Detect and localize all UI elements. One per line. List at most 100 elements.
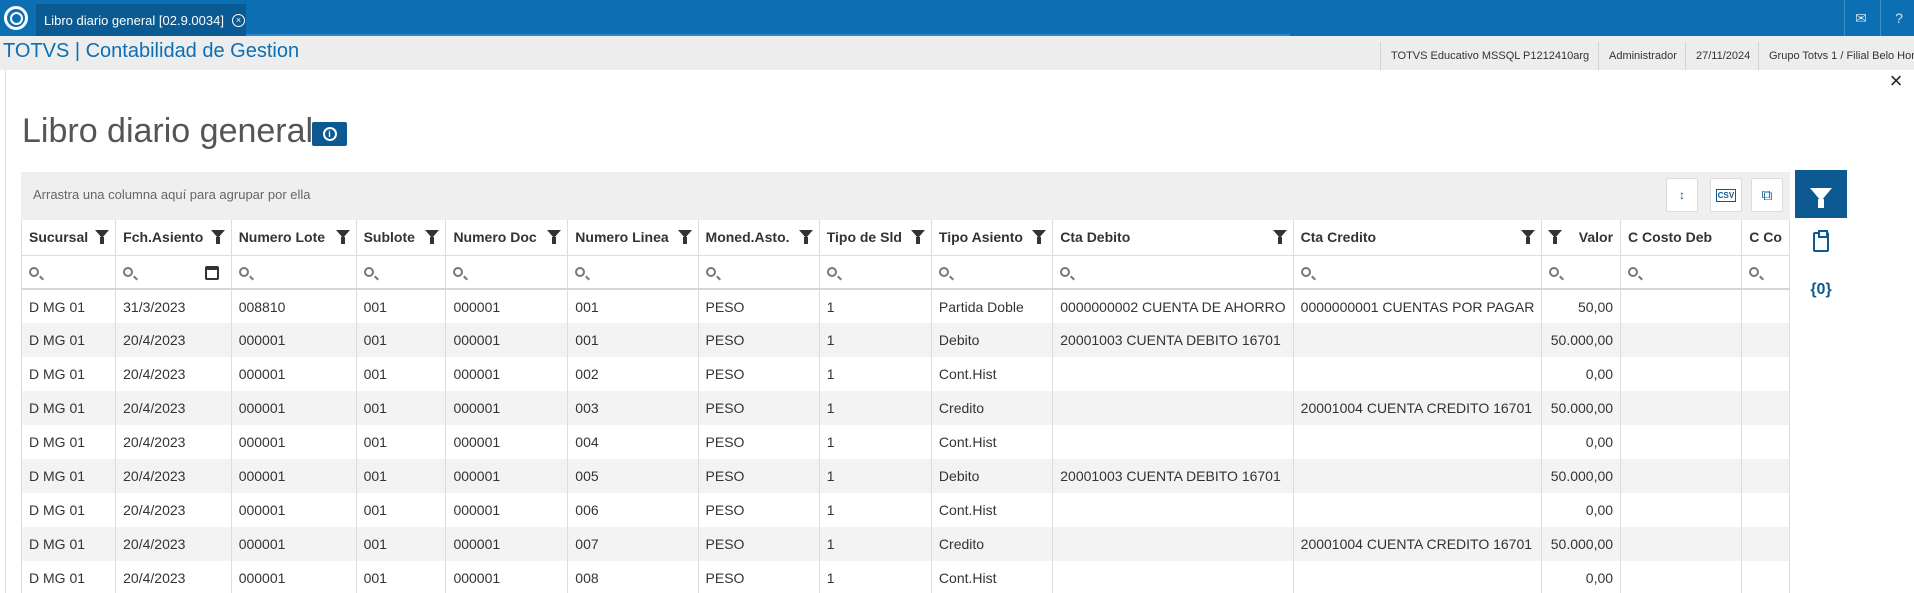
- company-info[interactable]: Grupo Totvs 1 / Filial Belo Hor: [1758, 42, 1914, 70]
- clipboard-button[interactable]: [1795, 218, 1847, 266]
- question-icon[interactable]: ?: [1890, 9, 1908, 27]
- search-icon: [1300, 266, 1311, 277]
- column-header-label: Cta Debito: [1060, 229, 1131, 246]
- column-header[interactable]: Numero Doc: [445, 220, 569, 256]
- column-header-label: C Costo Deb: [1628, 229, 1713, 246]
- table-cell: 1: [819, 459, 932, 493]
- table-row[interactable]: D MG 01 20/4/2023 000001 001 000001 002 PESO 1 C…: [22, 357, 1790, 391]
- totvs-logo-icon[interactable]: [4, 6, 28, 30]
- filter-cell[interactable]: [115, 255, 232, 290]
- column-header-label: Numero Lote: [238, 229, 326, 246]
- calendar-icon[interactable]: [204, 265, 219, 280]
- filter-icon[interactable]: [1032, 230, 1047, 244]
- filter-cell[interactable]: [931, 255, 1054, 290]
- filter-cell[interactable]: [698, 255, 820, 290]
- table-cell: 000001: [231, 493, 357, 527]
- envelope-icon[interactable]: ✉: [1852, 9, 1870, 27]
- column-header[interactable]: Moned.Asto.: [698, 220, 820, 256]
- info-button[interactable]: i: [312, 122, 347, 146]
- table-cell: 20/4/2023: [115, 391, 232, 425]
- filter-icon[interactable]: [95, 230, 110, 244]
- table-cell: 20001004 CUENTA CREDITO 16701: [1293, 391, 1543, 425]
- table-cell: 000001: [445, 391, 569, 425]
- table-cell: [1052, 493, 1294, 527]
- variables-button[interactable]: {0}: [1795, 266, 1847, 314]
- table-cell: 004: [567, 425, 699, 459]
- filter-panel-button[interactable]: [1795, 170, 1847, 218]
- column-header[interactable]: Sublote: [356, 220, 447, 256]
- table-cell: 20/4/2023: [115, 561, 232, 593]
- filter-cell[interactable]: [445, 255, 569, 290]
- expand-rows-button[interactable]: ↕: [1666, 178, 1698, 212]
- filter-cell[interactable]: [1741, 255, 1790, 290]
- search-icon: [705, 266, 716, 277]
- environment-info[interactable]: TOTVS Educativo MSSQL P1212410arg: [1380, 42, 1598, 70]
- column-header[interactable]: C Co: [1741, 220, 1790, 256]
- table-cell: 000001: [445, 323, 569, 357]
- filter-icon[interactable]: [677, 230, 692, 244]
- columns-button[interactable]: ⧉: [1751, 178, 1783, 212]
- table-cell: 0000000001 CUENTAS POR PAGAR: [1293, 289, 1543, 323]
- filter-cell[interactable]: [1052, 255, 1294, 290]
- table-row[interactable]: D MG 01 31/3/2023 008810 001 000001 001 PESO 1 P…: [22, 289, 1790, 323]
- table-cell: PESO: [698, 391, 820, 425]
- column-header[interactable]: Sucursal: [22, 220, 117, 256]
- tab-libro-diario[interactable]: Libro diario general [02.9.0034] ×: [36, 4, 246, 36]
- export-csv-button[interactable]: CSV: [1710, 178, 1742, 212]
- filter-icon[interactable]: [1272, 230, 1287, 244]
- filter-cell[interactable]: [356, 255, 447, 290]
- column-header[interactable]: Fch.Asiento: [115, 220, 232, 256]
- table-row[interactable]: D MG 01 20/4/2023 000001 001 000001 006 PESO 1 C…: [22, 493, 1790, 527]
- column-header[interactable]: Tipo Asiento: [931, 220, 1054, 256]
- column-header[interactable]: Tipo de Sld: [819, 220, 932, 256]
- column-header[interactable]: Numero Linea: [567, 220, 699, 256]
- column-header-label: Numero Linea: [575, 229, 669, 246]
- table-cell: 000001: [445, 425, 569, 459]
- filter-cell[interactable]: [819, 255, 932, 290]
- table-row[interactable]: D MG 01 20/4/2023 000001 001 000001 001 PESO 1 D…: [22, 323, 1790, 357]
- table-row[interactable]: D MG 01 20/4/2023 000001 001 000001 003 PESO 1 C…: [22, 391, 1790, 425]
- table-cell: 0,00: [1541, 561, 1622, 593]
- table-cell: 20/4/2023: [115, 527, 232, 561]
- table-cell: PESO: [698, 289, 820, 323]
- tab-close-icon[interactable]: ×: [231, 13, 245, 27]
- table-row[interactable]: D MG 01 20/4/2023 000001 001 000001 007 PESO 1 C…: [22, 527, 1790, 561]
- filter-icon[interactable]: [1548, 230, 1563, 244]
- table-row[interactable]: D MG 01 20/4/2023 000001 001 000001 005 PESO 1 D…: [22, 459, 1790, 493]
- column-header[interactable]: Valor: [1541, 220, 1622, 256]
- date-info[interactable]: 27/11/2024: [1685, 42, 1758, 70]
- divider: [1844, 0, 1845, 36]
- search-icon: [575, 266, 586, 277]
- group-drop-area[interactable]: Arrastra una columna aquí para agrupar p…: [21, 172, 1790, 220]
- column-header[interactable]: Cta Credito: [1293, 220, 1543, 256]
- filter-cell[interactable]: [1293, 255, 1543, 290]
- table-cell: 006: [567, 493, 699, 527]
- table-cell: [1052, 357, 1294, 391]
- filter-cell[interactable]: [22, 255, 117, 290]
- filter-icon[interactable]: [335, 230, 350, 244]
- table-cell: [1741, 323, 1790, 357]
- filter-cell[interactable]: [1620, 255, 1743, 290]
- close-icon[interactable]: ×: [1886, 70, 1906, 92]
- filter-icon[interactable]: [210, 230, 225, 244]
- filter-icon[interactable]: [1521, 230, 1536, 244]
- table-row[interactable]: D MG 01 20/4/2023 000001 001 000001 008 PESO 1 C…: [22, 561, 1790, 593]
- filter-icon[interactable]: [547, 230, 562, 244]
- table-cell: 20/4/2023: [115, 459, 232, 493]
- filter-icon[interactable]: [798, 230, 813, 244]
- table-cell: [1741, 289, 1790, 323]
- filter-icon[interactable]: [910, 230, 925, 244]
- filter-icon[interactable]: [425, 230, 440, 244]
- table-cell: 008810: [231, 289, 357, 323]
- user-info[interactable]: Administrador: [1598, 42, 1685, 70]
- filter-cell[interactable]: [231, 255, 357, 290]
- column-header[interactable]: C Costo Deb: [1620, 220, 1743, 256]
- filter-cell[interactable]: [567, 255, 699, 290]
- table-cell: 000001: [231, 391, 357, 425]
- table-cell: 0,00: [1541, 493, 1622, 527]
- table-row[interactable]: D MG 01 20/4/2023 000001 001 000001 004 PESO 1 C…: [22, 425, 1790, 459]
- column-header[interactable]: Cta Debito: [1052, 220, 1294, 256]
- filter-cell[interactable]: [1541, 255, 1622, 290]
- table-cell: Credito: [931, 527, 1054, 561]
- column-header[interactable]: Numero Lote: [231, 220, 357, 256]
